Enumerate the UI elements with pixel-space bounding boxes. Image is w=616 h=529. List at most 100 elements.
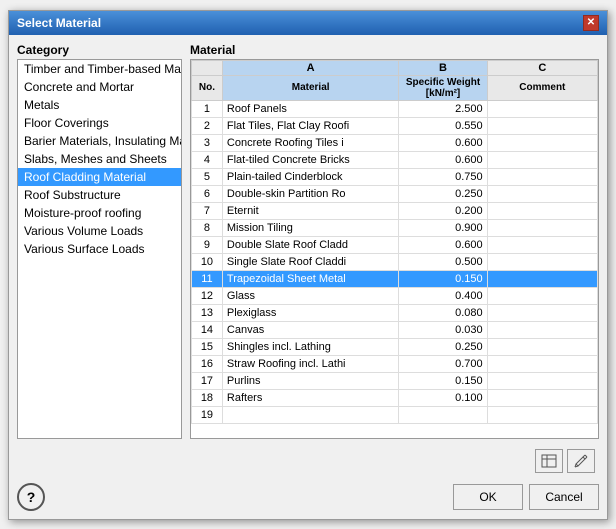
- category-item[interactable]: Moisture-proof roofing: [18, 204, 181, 222]
- row-weight: 0.600: [399, 151, 487, 168]
- th-col-a: A: [222, 60, 399, 75]
- main-content: Category Timber and Timber-based MaterCo…: [17, 43, 599, 439]
- row-comment: [487, 321, 597, 338]
- table-row[interactable]: 1Roof Panels2.500: [192, 100, 598, 117]
- table-row[interactable]: 7Eternit0.200: [192, 202, 598, 219]
- row-material: Flat-tiled Concrete Bricks: [222, 151, 399, 168]
- row-comment: [487, 253, 597, 270]
- ok-button[interactable]: OK: [453, 484, 523, 510]
- row-material: [222, 406, 399, 423]
- table-icon: [541, 454, 557, 468]
- table-row[interactable]: 2Flat Tiles, Flat Clay Roofi0.550: [192, 117, 598, 134]
- close-button[interactable]: ✕: [583, 15, 599, 31]
- table-row[interactable]: 13Plexiglass0.080: [192, 304, 598, 321]
- row-no: 4: [192, 151, 223, 168]
- row-material: Plexiglass: [222, 304, 399, 321]
- table-row[interactable]: 4Flat-tiled Concrete Bricks0.600: [192, 151, 598, 168]
- row-comment: [487, 389, 597, 406]
- row-comment: [487, 219, 597, 236]
- category-item[interactable]: Various Volume Loads: [18, 222, 181, 240]
- table-row[interactable]: 8Mission Tiling0.900: [192, 219, 598, 236]
- row-comment: [487, 338, 597, 355]
- table-row[interactable]: 3Concrete Roofing Tiles i0.600: [192, 134, 598, 151]
- row-material: Double-skin Partition Ro: [222, 185, 399, 202]
- dialog-title: Select Material: [17, 16, 101, 30]
- category-item[interactable]: Barier Materials, Insulating Mate: [18, 132, 181, 150]
- row-comment: [487, 270, 597, 287]
- row-no: 6: [192, 185, 223, 202]
- row-no: 9: [192, 236, 223, 253]
- row-weight: 0.700: [399, 355, 487, 372]
- row-no: 10: [192, 253, 223, 270]
- icon-button-2[interactable]: [567, 449, 595, 473]
- icon-buttons: [306, 449, 595, 473]
- row-material: Canvas: [222, 321, 399, 338]
- row-comment: [487, 185, 597, 202]
- title-bar: Select Material ✕: [9, 11, 607, 35]
- row-weight: 0.250: [399, 185, 487, 202]
- row-no: 7: [192, 202, 223, 219]
- table-row[interactable]: 12Glass0.400: [192, 287, 598, 304]
- row-material: Single Slate Roof Claddi: [222, 253, 399, 270]
- row-no: 8: [192, 219, 223, 236]
- help-button[interactable]: ?: [17, 483, 45, 511]
- th-weight: Specific Weight [kN/m²]: [399, 75, 487, 100]
- table-row[interactable]: 9Double Slate Roof Cladd0.600: [192, 236, 598, 253]
- category-item[interactable]: Slabs, Meshes and Sheets: [18, 150, 181, 168]
- row-no: 12: [192, 287, 223, 304]
- row-material: Flat Tiles, Flat Clay Roofi: [222, 117, 399, 134]
- row-material: Rafters: [222, 389, 399, 406]
- table-row[interactable]: 19: [192, 406, 598, 423]
- row-comment: [487, 304, 597, 321]
- row-no: 11: [192, 270, 223, 287]
- th-no: [192, 60, 223, 75]
- row-no: 17: [192, 372, 223, 389]
- category-item[interactable]: Timber and Timber-based Mater: [18, 60, 181, 78]
- table-row[interactable]: 6Double-skin Partition Ro0.250: [192, 185, 598, 202]
- bottom-area: [17, 449, 599, 473]
- row-weight: 0.250: [399, 338, 487, 355]
- material-table-wrapper[interactable]: A B C No. Material Specific Weight [kN/m…: [190, 59, 599, 439]
- row-weight: 0.750: [399, 168, 487, 185]
- category-item[interactable]: Floor Coverings: [18, 114, 181, 132]
- table-row[interactable]: 5Plain-tailed Cinderblock0.750: [192, 168, 598, 185]
- row-material: Glass: [222, 287, 399, 304]
- row-no: 16: [192, 355, 223, 372]
- category-item[interactable]: Metals: [18, 96, 181, 114]
- category-item[interactable]: Roof Substructure: [18, 186, 181, 204]
- category-list[interactable]: Timber and Timber-based MaterConcrete an…: [17, 59, 182, 439]
- material-panel: Material A B: [190, 43, 599, 439]
- row-material: Straw Roofing incl. Lathi: [222, 355, 399, 372]
- table-row[interactable]: 10Single Slate Roof Claddi0.500: [192, 253, 598, 270]
- row-weight: 0.200: [399, 202, 487, 219]
- table-row[interactable]: 17Purlins0.150: [192, 372, 598, 389]
- row-comment: [487, 355, 597, 372]
- row-material: Mission Tiling: [222, 219, 399, 236]
- dialog-body: Category Timber and Timber-based MaterCo…: [9, 35, 607, 519]
- row-material: Plain-tailed Cinderblock: [222, 168, 399, 185]
- row-material: Double Slate Roof Cladd: [222, 236, 399, 253]
- row-comment: [487, 151, 597, 168]
- table-row[interactable]: 16Straw Roofing incl. Lathi0.700: [192, 355, 598, 372]
- category-item[interactable]: Concrete and Mortar: [18, 78, 181, 96]
- row-no: 13: [192, 304, 223, 321]
- th-comment: Comment: [487, 75, 597, 100]
- row-weight: 0.900: [399, 219, 487, 236]
- row-comment: [487, 117, 597, 134]
- row-no: 2: [192, 117, 223, 134]
- table-row[interactable]: 14Canvas0.030: [192, 321, 598, 338]
- icon-button-1[interactable]: [535, 449, 563, 473]
- row-no: 3: [192, 134, 223, 151]
- row-weight: 0.150: [399, 270, 487, 287]
- table-row[interactable]: 15Shingles incl. Lathing0.250: [192, 338, 598, 355]
- category-item[interactable]: Roof Cladding Material: [18, 168, 181, 186]
- th-col-b: B: [399, 60, 487, 75]
- cancel-button[interactable]: Cancel: [529, 484, 599, 510]
- category-item[interactable]: Various Surface Loads: [18, 240, 181, 258]
- category-label: Category: [17, 43, 182, 57]
- row-no: 15: [192, 338, 223, 355]
- table-row[interactable]: 18Rafters0.100: [192, 389, 598, 406]
- material-table: A B C No. Material Specific Weight [kN/m…: [191, 60, 598, 424]
- material-label: Material: [190, 43, 599, 57]
- table-row[interactable]: 11Trapezoidal Sheet Metal0.150: [192, 270, 598, 287]
